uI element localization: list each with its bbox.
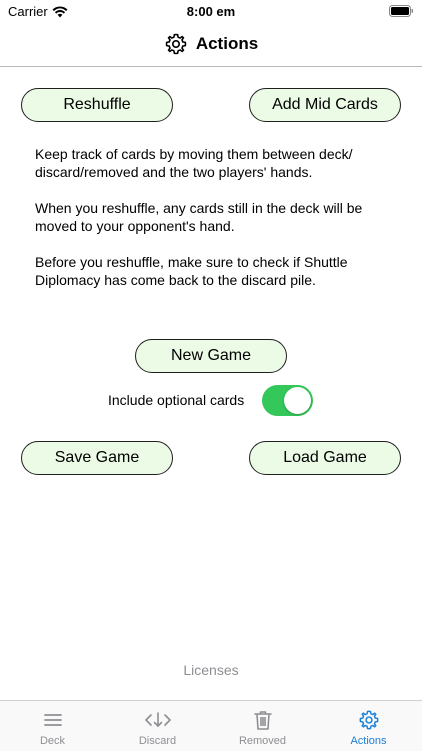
optional-cards-row: Include optional cards: [0, 385, 422, 416]
code-arrow-icon: [144, 712, 171, 727]
instruction-paragraph: Before you reshuffle, make sure to check…: [35, 254, 348, 288]
toggle-knob: [284, 387, 311, 414]
add-mid-cards-button[interactable]: Add Mid Cards: [249, 88, 401, 122]
trash-icon: [253, 711, 272, 730]
nav-header: Actions: [0, 22, 422, 67]
reshuffle-button[interactable]: Reshuffle: [21, 88, 173, 122]
clock: 8:00 em: [186, 4, 236, 19]
licenses-link[interactable]: Licenses: [0, 662, 422, 678]
tab-removed[interactable]: Removed: [210, 701, 315, 751]
list-icon: [43, 714, 62, 726]
tab-label: Removed: [238, 735, 287, 747]
optional-cards-label: Include optional cards: [108, 392, 245, 408]
tab-label: Actions: [350, 735, 387, 747]
tab-actions[interactable]: Actions: [316, 701, 421, 751]
page-title: Actions: [195, 34, 259, 53]
tab-deck[interactable]: Deck: [0, 701, 105, 751]
gear-icon: [359, 710, 378, 730]
load-game-button[interactable]: Load Game: [249, 441, 401, 475]
gear-icon: [165, 33, 187, 55]
instruction-paragraph: Keep track of cards by moving them betwe…: [35, 146, 353, 180]
header-title-group: Actions: [0, 22, 422, 66]
tab-label: Deck: [39, 735, 66, 747]
tab-bar: Deck Discard Removed Actions: [0, 700, 422, 751]
optional-cards-toggle[interactable]: [262, 385, 313, 416]
instruction-paragraph: When you reshuffle, any cards still in t…: [35, 200, 363, 234]
battery-icon: [389, 5, 413, 17]
tab-label: Discard: [138, 735, 177, 747]
instructions-text: Keep track of cards by moving them betwe…: [35, 145, 395, 307]
tab-discard[interactable]: Discard: [105, 701, 210, 751]
status-bar: Carrier 8:00 em: [0, 0, 422, 22]
new-game-button[interactable]: New Game: [135, 339, 287, 373]
save-game-button[interactable]: Save Game: [21, 441, 173, 475]
